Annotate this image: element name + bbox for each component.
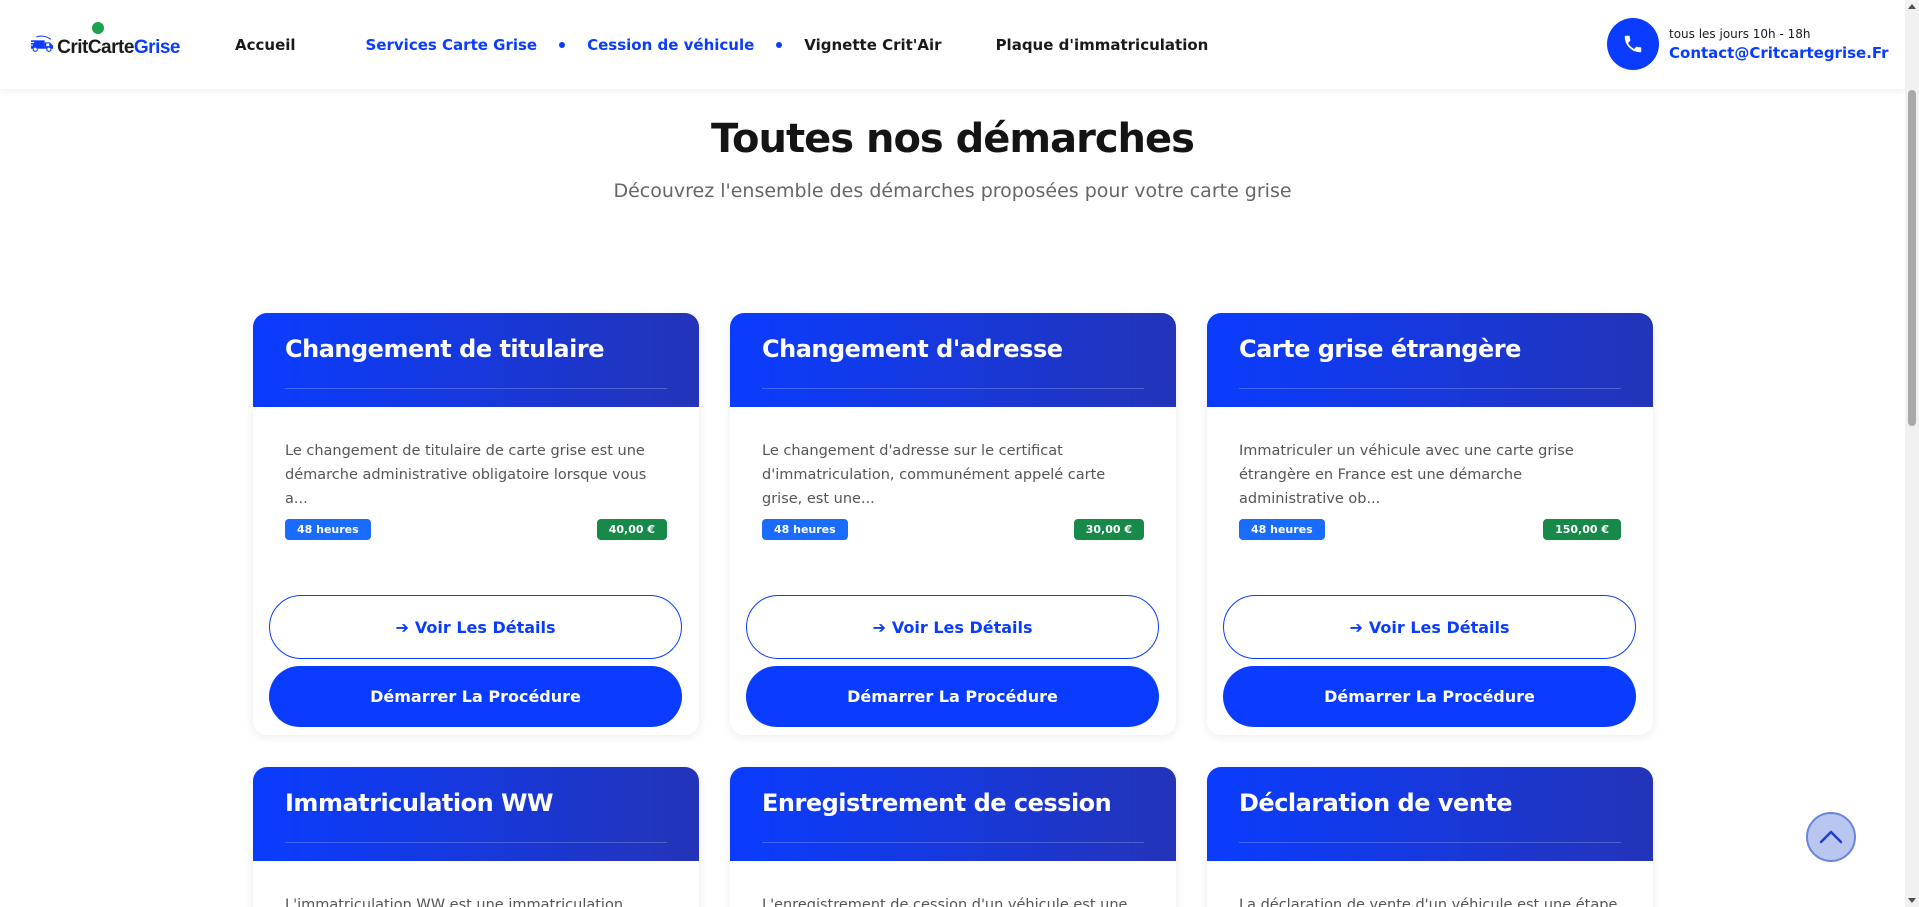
nav-cession-vehicule[interactable]: Cession de véhicule [587, 36, 754, 54]
card-header: Changement de titulaire [253, 313, 699, 407]
scroll-down-arrow-icon[interactable] [1908, 898, 1916, 903]
view-details-button[interactable]: ➔ Voir Les Détails [746, 595, 1159, 659]
card-title: Enregistrement de cession [762, 789, 1112, 817]
service-card: Changement d'adresse Le changement d'adr… [730, 313, 1176, 735]
card-description: L'enregistrement de cession d'un véhicul… [762, 897, 1128, 907]
scrollbar-thumb[interactable] [1908, 90, 1916, 426]
price-badge: 40,00 € [596, 519, 667, 540]
site-logo[interactable]: CritCarteGrise [30, 20, 181, 66]
phone-icon [1607, 18, 1659, 70]
arrow-right-icon: ➔ [872, 617, 886, 637]
card-header: Déclaration de vente [1207, 767, 1653, 861]
card-description: La déclaration de vente d'un véhicule es… [1239, 897, 1618, 907]
service-card: Enregistrement de cession L'enregistreme… [730, 767, 1176, 907]
card-title: Changement de titulaire [285, 335, 604, 363]
price-badge: 150,00 € [1543, 519, 1621, 540]
nav-separator-dot [559, 41, 566, 48]
scroll-up-arrow-icon[interactable] [1908, 4, 1916, 9]
card-title: Carte grise étrangère [1239, 335, 1521, 363]
scroll-to-top-button[interactable] [1806, 812, 1856, 862]
card-divider [1239, 842, 1621, 843]
card-divider [1239, 388, 1621, 389]
start-procedure-button[interactable]: Démarrer La Procédure [746, 666, 1159, 727]
logo-text: CritCarteGrise [57, 37, 180, 58]
service-card: Immatriculation WW L'immatriculation WW … [253, 767, 699, 907]
card-divider [285, 842, 667, 843]
card-header: Changement d'adresse [730, 313, 1176, 407]
card-header: Immatriculation WW [253, 767, 699, 861]
card-divider [762, 842, 1144, 843]
page-scrollbar[interactable] [1905, 0, 1919, 907]
start-procedure-button[interactable]: Démarrer La Procédure [1223, 666, 1636, 727]
price-badge: 30,00 € [1073, 519, 1144, 540]
card-divider [762, 388, 1144, 389]
time-badge: 48 heures [762, 519, 848, 540]
time-badge: 48 heures [285, 519, 371, 540]
nav-plaque-immatriculation[interactable]: Plaque d'immatriculation [996, 36, 1209, 54]
card-description: Immatriculer un véhicule avec une carte … [1239, 443, 1574, 507]
service-card: Carte grise étrangère Immatriculer un vé… [1207, 313, 1653, 735]
contact-hours: tous les jours 10h - 18h [1669, 26, 1811, 41]
main-nav: Accueil Services Carte Grise Cession de … [235, 0, 1208, 89]
card-description: Le changement de titulaire de carte gris… [285, 443, 647, 507]
card-title: Immatriculation WW [285, 789, 553, 817]
arrow-right-icon: ➔ [1349, 617, 1363, 637]
nav-vignette-critair[interactable]: Vignette Crit'Air [804, 36, 941, 54]
header-contact[interactable]: tous les jours 10h - 18h Contact@Critcar… [1607, 18, 1889, 70]
nav-separator-dot [776, 41, 783, 48]
contact-email-link[interactable]: Contact@Critcartegrise.Fr [1669, 44, 1889, 62]
card-description: Le changement d'adresse sur le certifica… [762, 443, 1106, 507]
start-procedure-button[interactable]: Démarrer La Procédure [269, 666, 682, 727]
card-header: Carte grise étrangère [1207, 313, 1653, 407]
location-pin-icon [90, 20, 106, 36]
card-divider [285, 388, 667, 389]
card-title: Changement d'adresse [762, 335, 1063, 363]
view-details-button[interactable]: ➔ Voir Les Détails [1223, 595, 1636, 659]
card-description: L'immatriculation WW est une immatricula… [285, 897, 624, 907]
section-subtitle: Découvrez l'ensemble des démarches propo… [613, 180, 1292, 202]
card-title: Déclaration de vente [1239, 789, 1513, 817]
nav-accueil[interactable]: Accueil [235, 36, 296, 54]
card-header: Enregistrement de cession [730, 767, 1176, 861]
nav-services-carte-grise[interactable]: Services Carte Grise [366, 36, 538, 54]
service-card: Changement de titulaire Le changement de… [253, 313, 699, 735]
view-details-button[interactable]: ➔ Voir Les Détails [269, 595, 682, 659]
chevron-up-icon [1819, 830, 1843, 844]
site-header: CritCarteGrise Accueil Services Carte Gr… [0, 0, 1905, 89]
truck-icon [30, 35, 54, 52]
section-title: Toutes nos démarches [711, 116, 1195, 162]
time-badge: 48 heures [1239, 519, 1325, 540]
arrow-right-icon: ➔ [395, 617, 409, 637]
service-card: Déclaration de vente La déclaration de v… [1207, 767, 1653, 907]
